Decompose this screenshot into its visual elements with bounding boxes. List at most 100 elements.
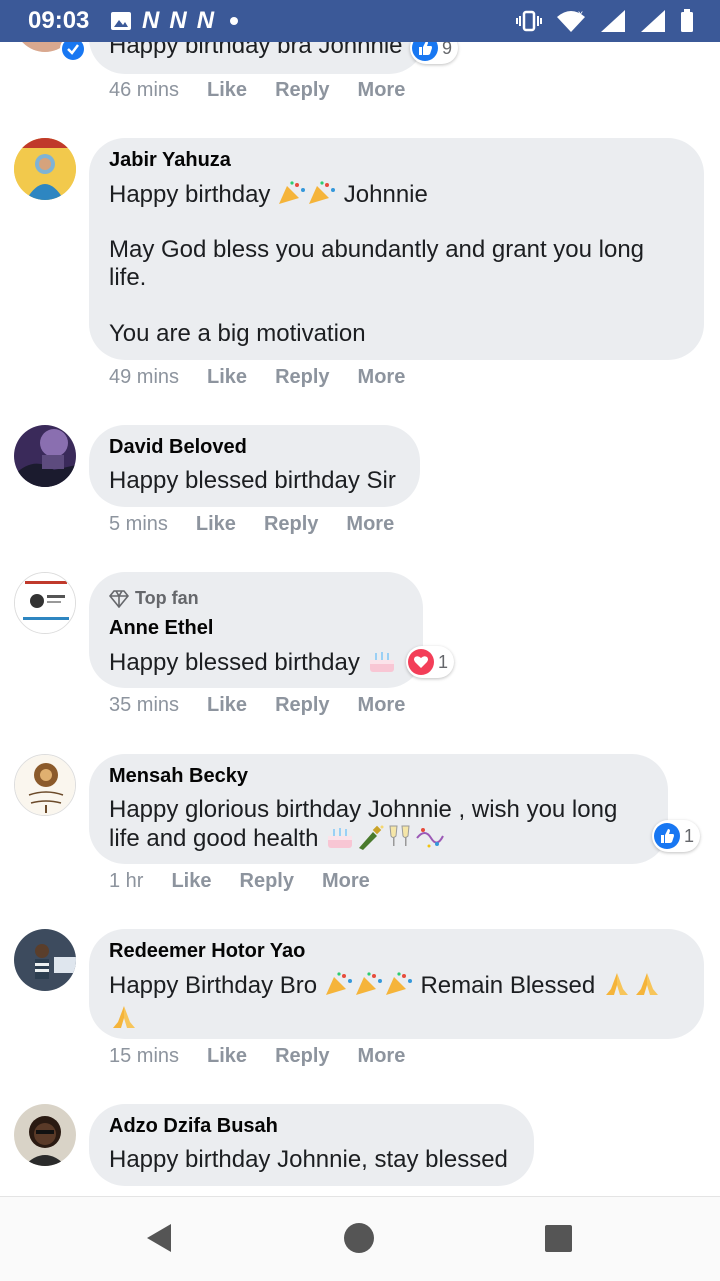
comments-feed[interactable]: Happy birthday bra Johnnie 9 46 mins Lik… (0, 42, 720, 1196)
comment-bubble[interactable]: Mensah Becky Happy glorious birthday Joh… (89, 754, 668, 864)
comment-text: Happy blessed birthday (109, 648, 397, 681)
status-system-icons: x (516, 8, 694, 34)
comment-bubble[interactable]: Happy birthday bra Johnnie (89, 42, 425, 74)
commenter-name[interactable]: Mensah Becky (109, 765, 248, 788)
commenter-name[interactable]: Adzo Dzifa Busah (109, 1115, 278, 1138)
commenter-name[interactable]: Jabir Yahuza (109, 149, 231, 172)
like-link[interactable]: Like (196, 513, 236, 536)
more-link[interactable]: More (358, 79, 406, 102)
comment-time[interactable]: 15 mins (109, 1045, 179, 1068)
diamond-icon (109, 589, 129, 608)
notif-n-icon: N (169, 7, 187, 34)
reply-link[interactable]: Reply (240, 870, 294, 893)
signal-icon (641, 10, 665, 32)
party-popper-icon (277, 180, 307, 213)
comment-bubble[interactable]: Redeemer Hotor Yao Happy Birthday Bro Re… (89, 929, 704, 1039)
top-fan-badge: Top fan (109, 588, 199, 609)
commenter-name[interactable]: Anne Ethel (109, 617, 213, 640)
folded-hands-icon (109, 1004, 139, 1037)
reply-link[interactable]: Reply (275, 366, 329, 389)
avatar[interactable] (14, 929, 76, 991)
top-fan-label: Top fan (135, 588, 199, 608)
more-link[interactable]: More (358, 1045, 406, 1068)
reply-link[interactable]: Reply (264, 513, 318, 536)
party-popper-icon (354, 971, 384, 1004)
comment-text-part: Happy birthday (109, 181, 271, 208)
vibrate-icon (516, 10, 542, 32)
more-link[interactable]: More (322, 870, 370, 893)
reply-link[interactable]: Reply (275, 79, 329, 102)
party-popper-icon (307, 180, 337, 213)
gallery-icon (111, 12, 131, 30)
party-popper-icon (384, 971, 414, 1004)
commenter-name[interactable]: Redeemer Hotor Yao (109, 940, 305, 963)
comment-actions: 5 mins Like Reply More (109, 513, 422, 536)
comment-bubble[interactable]: Top fan Anne Ethel Happy blessed birthda… (89, 572, 423, 688)
like-link[interactable]: Like (207, 366, 247, 389)
comment-bubble[interactable]: Adzo Dzifa Busah Happy birthday Johnnie,… (89, 1104, 534, 1186)
more-link[interactable]: More (358, 366, 406, 389)
signal-icon (601, 10, 625, 32)
reaction-count[interactable]: 9 (410, 42, 459, 64)
recents-icon[interactable] (545, 1225, 572, 1252)
comment-time[interactable]: 46 mins (109, 79, 179, 102)
comment-text: Happy Birthday Bro Remain Blessed (109, 971, 689, 1037)
comment-text-part: Johnnie (343, 181, 428, 208)
status-time: 09:03 (28, 7, 90, 34)
avatar[interactable] (14, 572, 76, 634)
comment-time[interactable]: 1 hr (109, 870, 143, 893)
comment-bubble[interactable]: Jabir Yahuza Happy birthday Johnnie May … (89, 138, 704, 360)
like-link[interactable]: Like (171, 870, 211, 893)
notif-n-icon: N (142, 7, 160, 34)
avatar[interactable] (14, 425, 76, 487)
avatar[interactable] (14, 1104, 76, 1166)
comment-text-part: Happy blessed birthday (109, 649, 360, 676)
birthday-cake-icon (367, 648, 397, 681)
reply-link[interactable]: Reply (275, 1045, 329, 1068)
battery-icon (681, 9, 693, 32)
reaction-number: 9 (442, 42, 453, 58)
comment-time[interactable]: 5 mins (109, 513, 168, 536)
avatar[interactable] (14, 138, 76, 200)
avatar[interactable] (14, 754, 76, 816)
more-link[interactable]: More (358, 694, 406, 717)
reply-link[interactable]: Reply (275, 694, 329, 717)
comment-bubble[interactable]: David Beloved Happy blessed birthday Sir (89, 425, 420, 507)
commenter-name[interactable]: David Beloved (109, 436, 247, 459)
comment-time[interactable]: 35 mins (109, 694, 179, 717)
reaction-count[interactable]: 1 (652, 820, 701, 852)
folded-hands-icon (632, 971, 662, 1004)
comment-text: Happy glorious birthday Johnnie , wish y… (109, 796, 649, 857)
like-reaction-icon (412, 42, 438, 61)
folded-hands-icon (602, 971, 632, 1004)
comment-actions: 35 mins Like Reply More (109, 694, 433, 717)
comment-text-part: Remain Blessed (420, 972, 596, 999)
comment-text: You are a big motivation (109, 320, 366, 347)
like-link[interactable]: Like (207, 79, 247, 102)
comment-actions: 15 mins Like Reply More (109, 1045, 433, 1068)
notif-n-icon: N (196, 7, 215, 34)
status-bar: 09:03 N N N x (0, 0, 720, 42)
verified-icon (60, 42, 86, 62)
reaction-count[interactable]: 1 (406, 646, 455, 678)
comment-actions: 1 hr Like Reply More (109, 870, 398, 893)
comment-actions: 46 mins Like Reply More (109, 79, 433, 102)
comment-text: Happy blessed birthday Sir (109, 467, 396, 494)
like-link[interactable]: Like (207, 1045, 247, 1068)
like-link[interactable]: Like (207, 694, 247, 717)
more-link[interactable]: More (346, 513, 394, 536)
reaction-number: 1 (684, 825, 695, 846)
comment-actions: 49 mins Like Reply More (109, 366, 433, 389)
more-notifications-dot (230, 17, 239, 25)
like-reaction-icon (654, 823, 680, 849)
back-icon[interactable] (145, 1223, 173, 1253)
home-icon[interactable] (343, 1222, 375, 1254)
comment-time[interactable]: 49 mins (109, 366, 179, 389)
comment-text: Happy birthday Johnnie, stay blessed (109, 1146, 508, 1173)
reaction-number: 1 (438, 651, 449, 672)
confetti-icon (415, 824, 445, 857)
clinking-glasses-icon (385, 824, 415, 857)
birthday-cake-icon (325, 824, 355, 857)
party-popper-icon (324, 971, 354, 1004)
champagne-icon (355, 824, 385, 857)
